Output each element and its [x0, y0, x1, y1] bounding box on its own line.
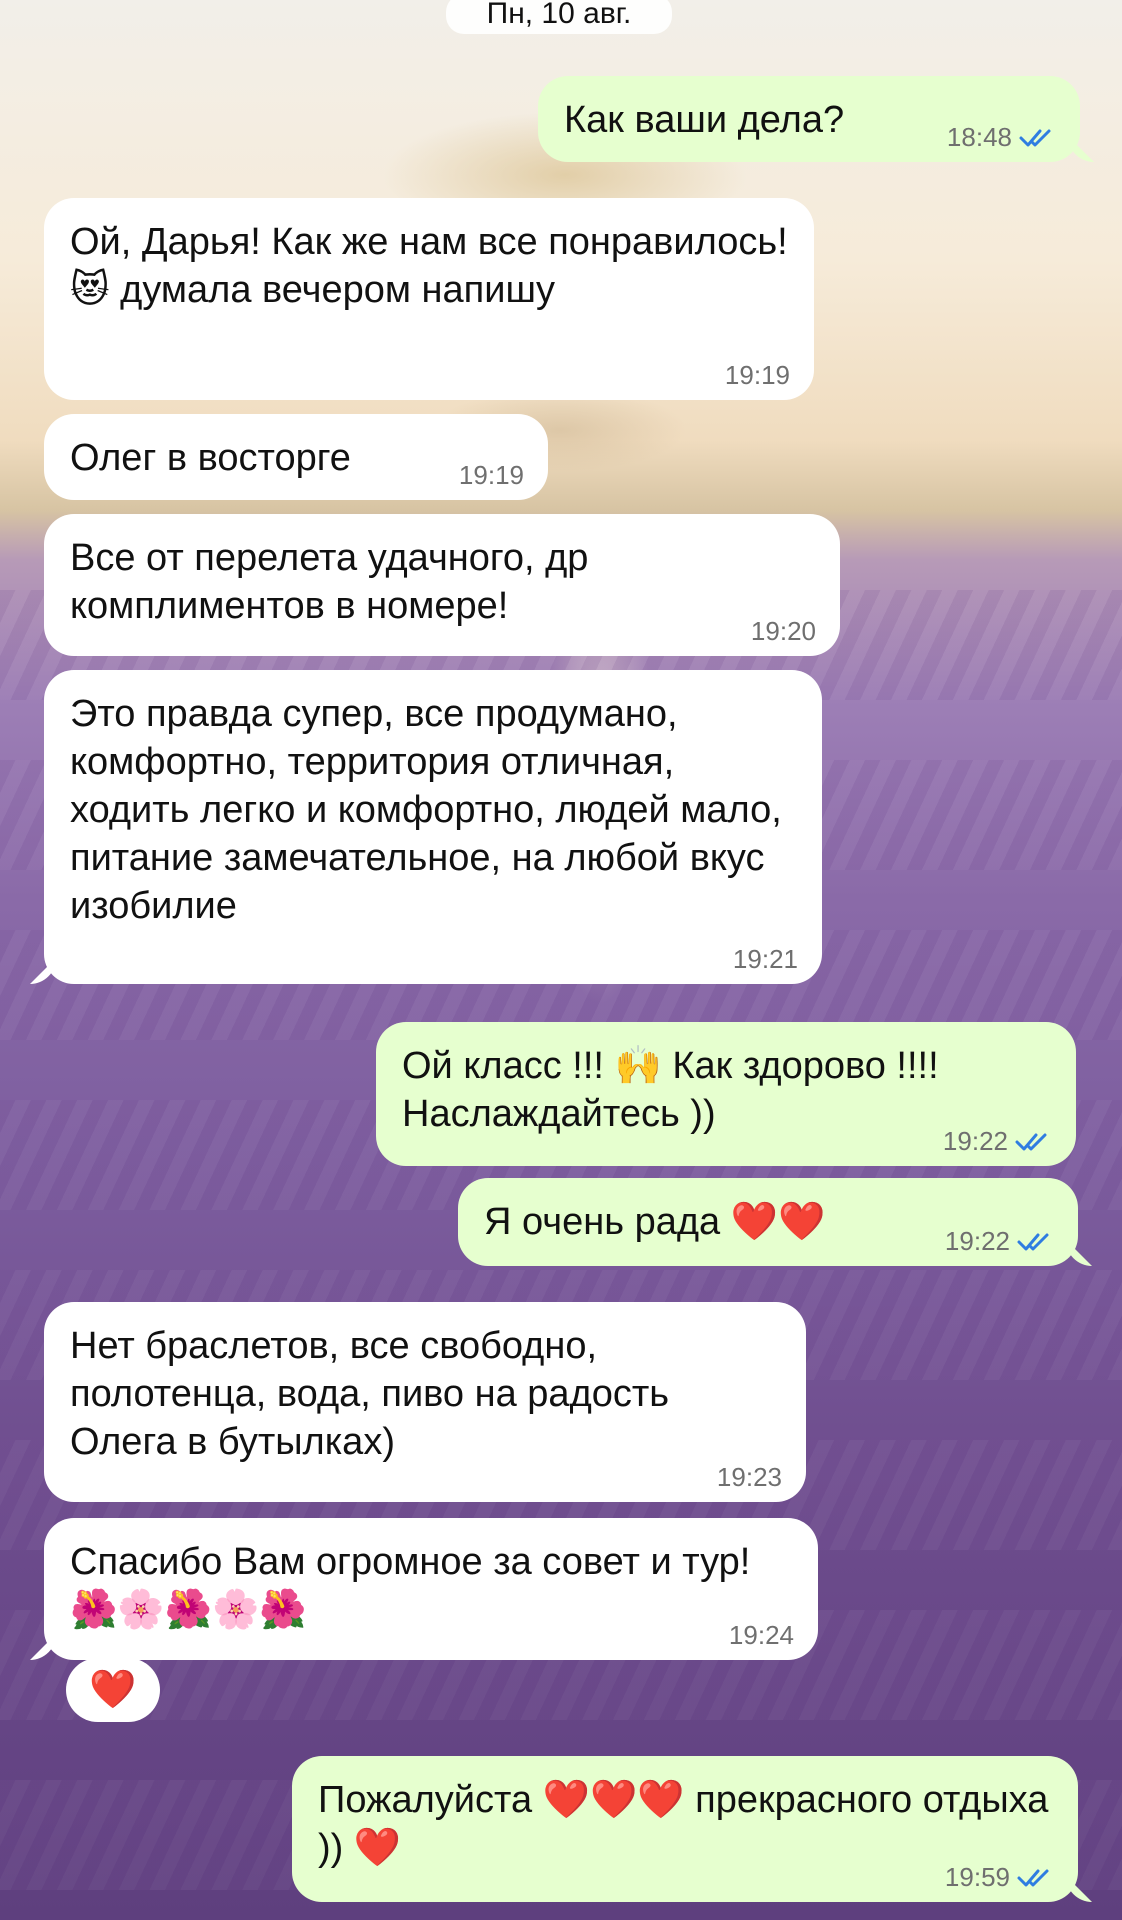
- double-check-icon: [1016, 1230, 1054, 1252]
- message-bubble-incoming[interactable]: Нет браслетов, все свободно, полотенца, …: [44, 1302, 806, 1502]
- message-bubble-incoming[interactable]: Спасибо Вам огромное за совет и тур!🌺🌸🌺🌸…: [44, 1518, 818, 1660]
- message-time: 19:22: [942, 1126, 1008, 1156]
- message-time: 19:21: [732, 944, 798, 974]
- message-time: 19:19: [458, 460, 524, 490]
- message-bubble-incoming[interactable]: Это правда супер, все продумано, комфорт…: [44, 670, 822, 984]
- message-text: Ой, Дарья! Как же нам все понравилось! 😻…: [70, 221, 788, 311]
- message-meta: 19:24: [729, 1622, 794, 1648]
- message-meta: 19:19: [459, 462, 524, 488]
- message-bubble-incoming[interactable]: Все от перелета удачного, др комплименто…: [44, 514, 840, 656]
- message-text: Олег в восторге: [70, 437, 351, 479]
- message-meta: 19:59: [945, 1864, 1054, 1890]
- message-bubble-incoming[interactable]: Ой, Дарья! Как же нам все понравилось! 😻…: [44, 198, 814, 400]
- message-time: 19:19: [724, 360, 790, 390]
- message-bubble-incoming[interactable]: Олег в восторге 19:19: [44, 414, 548, 500]
- message-time: 19:20: [750, 616, 816, 646]
- message-text: Спасибо Вам огромное за совет и тур!🌺🌸🌺🌸…: [70, 1541, 751, 1631]
- message-meta: 19:22: [945, 1228, 1054, 1254]
- message-text: Нет браслетов, все свободно, полотенца, …: [70, 1325, 670, 1463]
- double-check-icon: [1018, 126, 1056, 148]
- message-meta: 19:23: [717, 1464, 782, 1490]
- message-meta: 19:22: [943, 1128, 1052, 1154]
- message-time: 19:24: [728, 1620, 794, 1650]
- message-meta: 18:48: [947, 124, 1056, 150]
- message-meta: 19:19: [725, 362, 790, 388]
- message-text: Пожалуйста ❤️❤️❤️ прекрасного отдыха )) …: [318, 1779, 1049, 1869]
- message-bubble-outgoing[interactable]: Ой класс !!! 🙌 Как здорово !!!! Наслажда…: [376, 1022, 1076, 1166]
- message-bubble-outgoing[interactable]: Я очень рада ❤️❤️ 19:22: [458, 1178, 1078, 1266]
- message-time: 19:59: [944, 1862, 1010, 1892]
- message-meta: 19:20: [751, 618, 816, 644]
- message-time: 19:22: [944, 1226, 1010, 1256]
- double-check-icon: [1016, 1866, 1054, 1888]
- message-text: Это правда супер, все продумано, комфорт…: [70, 693, 782, 927]
- message-text: Ой класс !!! 🙌 Как здорово !!!! Наслажда…: [402, 1045, 939, 1135]
- heart-reaction[interactable]: ❤️: [66, 1658, 160, 1722]
- double-check-icon: [1014, 1130, 1052, 1152]
- message-time: 19:23: [716, 1462, 782, 1492]
- message-bubble-outgoing[interactable]: Пожалуйста ❤️❤️❤️ прекрасного отдыха )) …: [292, 1756, 1078, 1902]
- date-separator: Пн, 10 авг.: [446, 0, 672, 34]
- message-text: Все от перелета удачного, др комплименто…: [70, 537, 589, 627]
- message-bubble-outgoing[interactable]: Как ваши дела? 18:48: [538, 76, 1080, 162]
- message-time: 18:48: [946, 122, 1012, 152]
- message-meta: 19:21: [733, 946, 798, 972]
